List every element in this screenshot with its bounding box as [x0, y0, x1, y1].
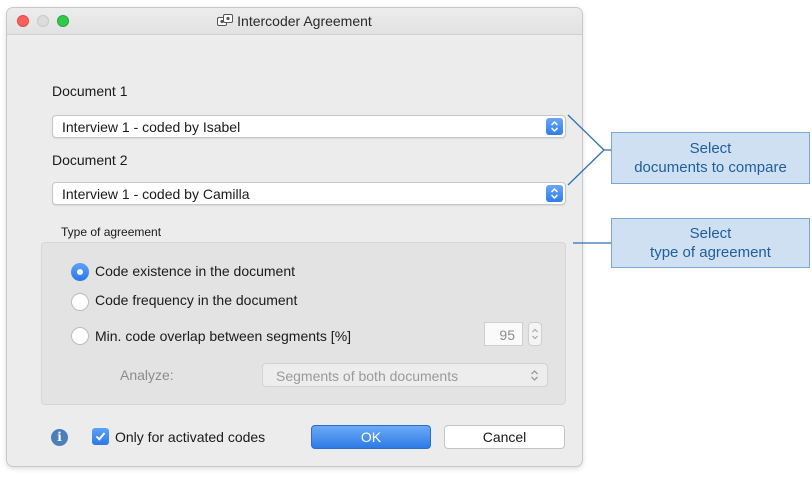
callout-documents-line1: Select: [689, 140, 732, 157]
callout-type-line1: Select: [689, 225, 732, 242]
callout-select-type: Select type of agreement: [611, 218, 810, 268]
callout-select-documents: Select documents to compare: [611, 132, 810, 184]
callout-type-line2: type of agreement: [650, 244, 771, 261]
callout-documents-line2: documents to compare: [634, 159, 787, 176]
